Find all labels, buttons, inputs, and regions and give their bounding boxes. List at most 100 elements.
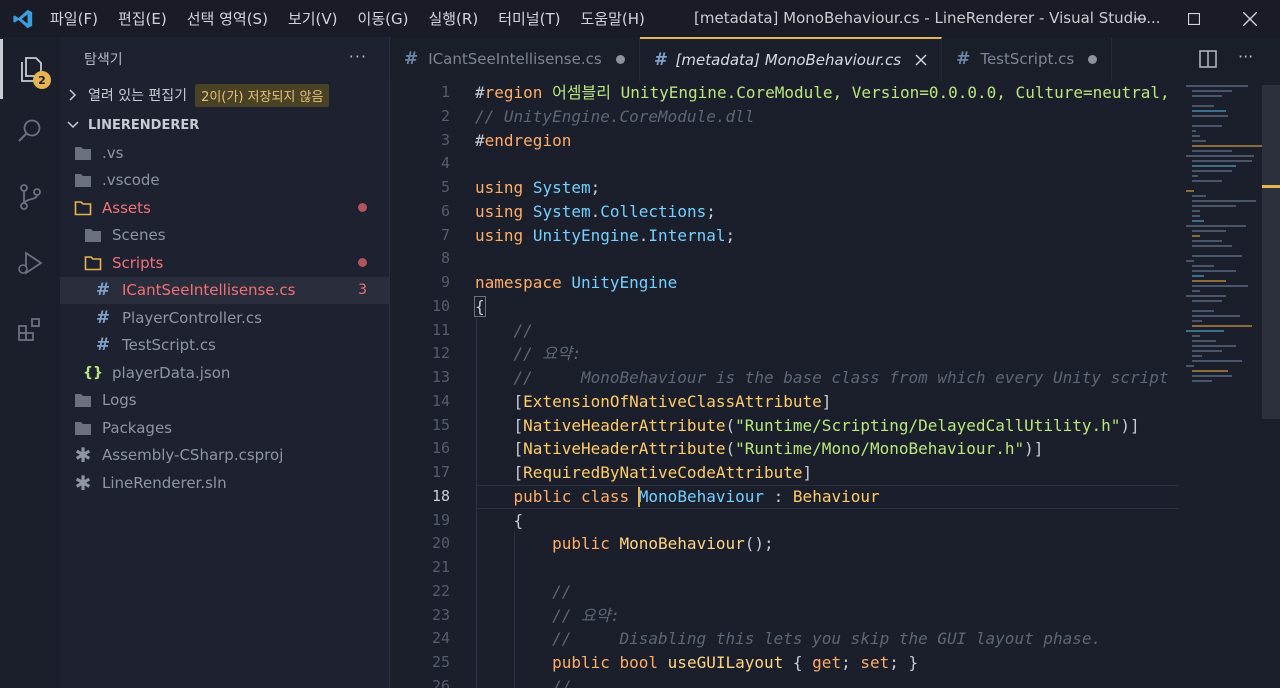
minimap-line [1192,145,1262,147]
code-editor[interactable]: 1 2 3 4 5 6 7 8 9 10 11 12 13 14 15 16 17 18 19 20 21 22 23 24 2… [390,81,1280,688]
split-editor-icon[interactable] [1198,49,1218,69]
csharp-file-icon: # [95,307,111,328]
minimap-line [1192,170,1232,172]
folder-icon [74,419,92,437]
more-actions-icon[interactable]: ··· [349,47,367,66]
window-title: [metadata] MonoBehaviour.cs - LineRender… [694,9,1161,27]
minimap-line [1186,295,1226,297]
menu-terminal[interactable]: 터미널(T) [498,8,560,29]
code-content[interactable]: #region 어셈블리 UnityEngine.CoreModule, Ver… [474,81,1175,688]
minimap-line [1192,335,1200,337]
line-number: 8 [440,249,450,268]
editor-more-actions-icon[interactable]: ··· [1238,47,1253,66]
folder-icon [84,226,102,244]
tree-item[interactable]: # TestScript.cs [60,332,389,360]
menu-selection[interactable]: 선택 영역(S) [187,8,268,29]
menu-view[interactable]: 보기(V) [288,8,338,29]
line-number: 11 [431,320,450,339]
explorer-sidebar: 탐색기 ··· 열려 있는 편집기 2이(가) 저장되지 않음 LINEREND… [60,37,390,688]
activity-search[interactable] [0,101,60,161]
activity-source-control[interactable] [0,167,60,227]
menu-run[interactable]: 실행(R) [428,8,478,29]
minimap-line [1192,345,1236,347]
line-number: 10 [431,296,450,315]
tree-item[interactable]: .vscode [60,167,389,195]
title-bar: 파일(F) 편집(E) 선택 영역(S) 보기(V) 이동(G) 실행(R) 터… [0,0,1280,37]
tab-monobehaviour[interactable]: # [metadata] MonoBehaviour.cs [639,37,943,81]
line-number: 1 [440,83,450,101]
line-number: 17 [431,463,450,481]
project-label: LINERENDERER [88,117,200,133]
tab-testscript[interactable]: # TestScript.cs [942,37,1113,81]
minimap-line [1186,365,1194,367]
tree-item[interactable]: ✱ LineRenderer.sln [60,469,389,497]
tree-item[interactable]: Assets [60,194,389,222]
minimap[interactable] [1178,81,1280,688]
menu-edit[interactable]: 편집(E) [118,8,167,29]
activity-run-debug[interactable] [0,233,60,293]
minimap-line [1192,210,1200,212]
line-number: 25 [431,653,450,671]
tree-item[interactable]: # ICantSeeIntellisense.cs 3 [60,276,389,304]
folder-open-icon [84,254,102,272]
tree-item[interactable]: Scripts [60,249,389,277]
tree-item-label: Scenes [112,226,166,245]
tree-item[interactable]: Packages [60,414,389,442]
menu-help[interactable]: 도움말(H) [580,8,644,29]
minimap-line [1192,360,1242,362]
minimap-line [1192,355,1202,357]
tree-item[interactable]: ✱ Assembly-CSharp.csproj [60,442,389,470]
minimap-line [1192,240,1222,242]
tree-item[interactable]: Scenes [60,222,389,250]
code-line: [NativeHeaderAttribute("Runtime/Mono/Mon… [475,439,1044,459]
tree-item-label: PlayerController.cs [122,308,262,327]
tree-item-label: Assembly-CSharp.csproj [102,446,284,465]
open-editors-section[interactable]: 열려 있는 편집기 2이(가) 저장되지 않음 [60,81,389,109]
line-number: 18 [431,486,450,505]
csharp-file-icon: # [404,49,419,69]
menu-file[interactable]: 파일(F) [50,8,98,29]
tab-bar: # ICantSeeIntellisense.cs # [metadata] M… [390,37,1280,81]
tab-icantseeintellisense[interactable]: # ICantSeeIntellisense.cs [390,37,640,81]
minimap-line [1186,190,1194,192]
code-line: using System.Collections; [475,201,716,221]
unsaved-dot-icon[interactable] [1088,54,1098,64]
activity-explorer[interactable]: 2 [0,39,60,99]
tree-item-label: TestScript.cs [122,336,216,355]
code-line: // [475,676,572,688]
minimap-line [1192,325,1252,327]
activity-bar: 2 [0,37,60,688]
close-window-button[interactable] [1222,0,1278,37]
json-file-icon: {} [83,364,103,381]
tree-item[interactable]: # PlayerController.cs [60,304,389,332]
tree-item[interactable]: Logs [60,387,389,415]
maximize-button[interactable] [1166,0,1222,37]
unsaved-dot-icon[interactable] [615,54,625,64]
tree-item[interactable]: {} playerData.json [60,359,389,387]
code-line: // Disabling this lets you skip the GUI … [475,629,1102,649]
minimap-line [1192,270,1236,272]
line-number: 12 [431,344,450,363]
line-number: 21 [431,558,450,576]
line-number: 22 [431,581,450,600]
minimap-position-marker [1262,185,1280,188]
menu-go[interactable]: 이동(G) [358,8,409,29]
minimap-line [1192,200,1256,202]
minimap-line [1192,115,1228,117]
minimap-line [1192,140,1206,142]
close-tab-icon[interactable] [915,54,927,66]
minimize-button[interactable] [1112,0,1168,37]
line-number-gutter: 1 2 3 4 5 6 7 8 9 10 11 12 13 14 15 16 17 18 19 20 21 22 23 24 2… [390,81,450,688]
tree-item[interactable]: .vs [60,139,389,167]
activity-extensions[interactable] [0,299,60,359]
minimap-scrollbar[interactable] [1262,85,1280,419]
chevron-right-icon [69,89,77,101]
minimap-line [1192,310,1214,312]
file-tree: .vs .vscode Assets Scenes Scripts # ICantSeeIn… [60,139,389,497]
minimap-line [1192,285,1248,287]
line-number: 24 [431,629,450,648]
project-section[interactable]: LINERENDERER [60,111,389,139]
code-line: using System; [475,178,601,197]
minimap-line [1186,85,1248,87]
